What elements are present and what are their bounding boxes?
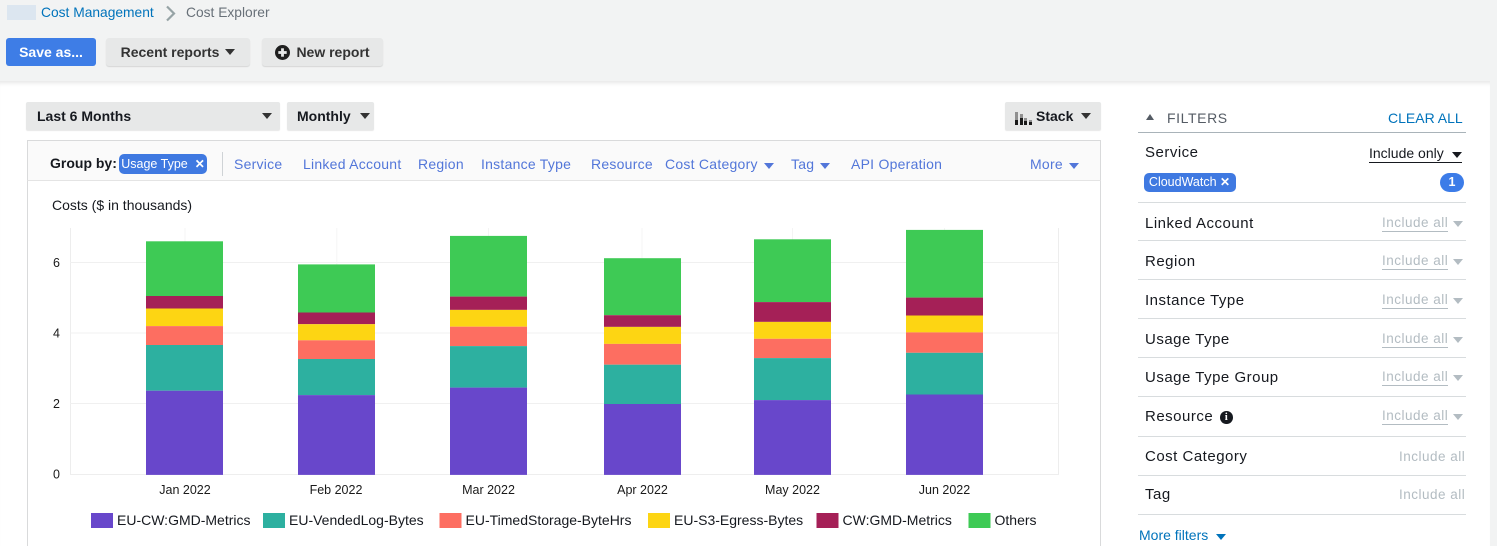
svg-text:0: 0 [53, 468, 60, 482]
svg-text:Others: Others [995, 512, 1037, 528]
svg-text:EU-TimedStorage-ByteHrs: EU-TimedStorage-ByteHrs [466, 512, 632, 528]
svg-text:Apr 2022: Apr 2022 [617, 483, 668, 497]
svg-text:2: 2 [53, 397, 60, 411]
svg-text:May 2022: May 2022 [765, 483, 820, 497]
svg-text:CW:GMD-Metrics: CW:GMD-Metrics [843, 512, 952, 528]
svg-text:Mar 2022: Mar 2022 [462, 483, 515, 497]
svg-text:Feb 2022: Feb 2022 [310, 483, 363, 497]
svg-text:4: 4 [53, 327, 60, 341]
svg-text:Jun 2022: Jun 2022 [919, 483, 970, 497]
svg-text:Jan 2022: Jan 2022 [159, 483, 210, 497]
svg-text:Costs ($ in thousands): Costs ($ in thousands) [52, 197, 192, 213]
svg-text:EU-VendedLog-Bytes: EU-VendedLog-Bytes [289, 512, 424, 528]
svg-text:EU-CW:GMD-Metrics: EU-CW:GMD-Metrics [117, 512, 251, 528]
svg-text:6: 6 [53, 256, 60, 270]
svg-text:EU-S3-Egress-Bytes: EU-S3-Egress-Bytes [674, 512, 803, 528]
